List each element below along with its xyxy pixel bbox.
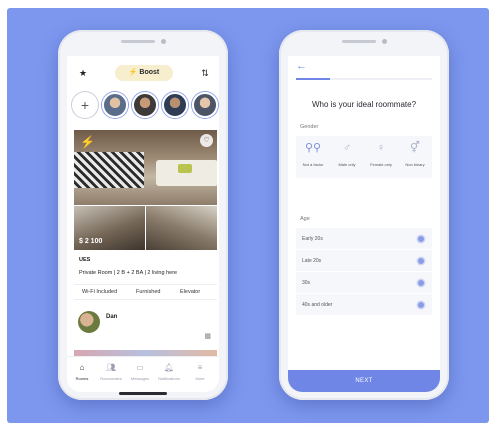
age-option-label: 30s xyxy=(302,280,311,286)
age-option-label: Early 20s xyxy=(302,236,323,242)
map-icon[interactable]: ▦ xyxy=(204,332,211,340)
gender-option-label: Female only xyxy=(370,162,392,167)
host-name: Dan xyxy=(106,314,118,320)
front-camera xyxy=(161,39,166,44)
age-option[interactable]: Late 20s xyxy=(296,250,432,272)
progress-fill xyxy=(296,78,330,80)
male-icon: ♂ xyxy=(342,142,352,154)
gender-label: Gender xyxy=(300,124,319,130)
phone-roommate-quiz: ← Who is your ideal roommate? Gender ⚲⚲ … xyxy=(279,30,449,400)
tab-label: Rooms xyxy=(75,376,89,381)
age-option-label: 40s and older xyxy=(302,302,333,308)
age-option[interactable]: 40s and older xyxy=(296,294,432,316)
home-icon: ⌂ xyxy=(79,363,85,372)
lightning-icon: ⚡ xyxy=(80,135,95,149)
filter-icon[interactable]: ⇅ xyxy=(197,65,213,81)
tab-bar: ⌂ Rooms 👥︎ Roommates ▭ Messages 🔔︎ Notif… xyxy=(67,356,219,392)
tab-rooms[interactable]: ⌂ Rooms xyxy=(69,363,95,381)
story-avatar[interactable] xyxy=(102,92,128,118)
bed-shape xyxy=(74,152,144,188)
age-options: Early 20s Late 20s 30s 40s and older xyxy=(296,228,432,316)
amenities-row: Wi-Fi Included Furnished Elevator xyxy=(74,284,217,300)
age-option[interactable]: 30s xyxy=(296,272,432,294)
amenity-item: Wi-Fi Included xyxy=(82,289,118,295)
add-story-button[interactable]: + xyxy=(72,92,98,118)
avatar xyxy=(78,311,100,333)
story-avatar[interactable] xyxy=(132,92,158,118)
radio-icon xyxy=(418,280,424,286)
radio-icon xyxy=(418,236,424,242)
radio-icon xyxy=(418,258,424,264)
gender-option-male[interactable]: ♂ Male only xyxy=(330,140,364,167)
phone-listing: ★ ⚡ Boost ⇅ + ⚡ ♡ $ 2 100 UES Private Ro… xyxy=(58,30,228,400)
price-label: $ 2 100 xyxy=(79,238,103,245)
star-icon[interactable]: ★ xyxy=(75,65,91,81)
gender-options: ⚲⚲ Not a factor ♂ Male only ♀ Female onl… xyxy=(296,136,432,178)
question-title: Who is your ideal roommate? xyxy=(311,100,417,109)
story-avatar[interactable] xyxy=(162,92,188,118)
heart-icon[interactable]: ♡ xyxy=(200,134,213,147)
age-label: Age xyxy=(300,216,310,222)
people-icon: 👥︎ xyxy=(105,363,117,372)
menu-icon: ≡ xyxy=(197,363,203,372)
chat-icon: ▭ xyxy=(136,363,144,372)
tab-label: Notifications xyxy=(158,376,180,381)
listing-thumbnail[interactable] xyxy=(146,206,217,250)
listing-details: Private Room | 2 B + 2 BA | 2 living her… xyxy=(79,270,178,276)
tab-roommates[interactable]: 👥︎ Roommates xyxy=(98,363,124,381)
quiz-screen: ← Who is your ideal roommate? Gender ⚲⚲ … xyxy=(288,56,440,392)
story-avatar[interactable] xyxy=(192,92,218,118)
roommate-stories: + xyxy=(72,92,219,120)
listing-thumbnail[interactable]: $ 2 100 xyxy=(74,206,145,250)
age-option[interactable]: Early 20s xyxy=(296,228,432,250)
tab-notifications[interactable]: 🔔︎ Notifications xyxy=(156,363,182,381)
tab-more[interactable]: ≡ More xyxy=(187,363,213,381)
age-option-label: Late 20s xyxy=(302,258,322,264)
speaker-slot xyxy=(121,40,155,43)
back-arrow-icon[interactable]: ← xyxy=(296,60,307,72)
amenity-item: Elevator xyxy=(180,289,201,295)
tab-label: Roommates xyxy=(100,376,122,381)
next-button[interactable]: NEXT xyxy=(288,370,440,392)
boost-button[interactable]: ⚡ Boost xyxy=(115,65,173,81)
gender-option-female[interactable]: ♀ Female only xyxy=(364,140,398,167)
front-camera xyxy=(382,39,387,44)
gender-option-label: Non binary xyxy=(405,162,425,167)
gender-option-label: Not a factor xyxy=(302,162,324,167)
group-icon: ⚲⚲ xyxy=(304,142,322,154)
home-indicator xyxy=(119,392,167,395)
listing-location: UES xyxy=(79,257,91,263)
progress-bar xyxy=(296,78,432,80)
pillow-shape xyxy=(178,164,192,173)
boost-label: Boost xyxy=(139,69,160,76)
top-bar: ★ ⚡ Boost ⇅ xyxy=(67,64,219,84)
listing-screen: ★ ⚡ Boost ⇅ + ⚡ ♡ $ 2 100 UES Private Ro… xyxy=(67,56,219,392)
photo-thumbnails: $ 2 100 xyxy=(74,206,217,250)
gender-option-not-a-factor[interactable]: ⚲⚲ Not a factor xyxy=(296,140,330,167)
female-icon: ♀ xyxy=(376,142,386,154)
gender-option-label: Male only xyxy=(338,162,356,167)
listing-photo[interactable]: ⚡ ♡ xyxy=(74,130,217,205)
background-panel: ★ ⚡ Boost ⇅ + ⚡ ♡ $ 2 100 UES Private Ro… xyxy=(7,8,489,423)
bell-icon: 🔔︎ xyxy=(163,363,175,372)
tab-messages[interactable]: ▭ Messages xyxy=(127,363,153,381)
gender-option-non-binary[interactable]: ⚥ Non binary xyxy=(398,140,432,167)
nonbinary-icon: ⚥ xyxy=(410,142,420,154)
tab-label: Messages xyxy=(130,376,150,381)
tab-label: More xyxy=(195,376,205,381)
speaker-slot xyxy=(342,40,376,43)
host-card[interactable]: Dan ▦ xyxy=(74,306,217,346)
radio-icon xyxy=(418,302,424,308)
amenity-item: Furnished xyxy=(136,289,161,295)
